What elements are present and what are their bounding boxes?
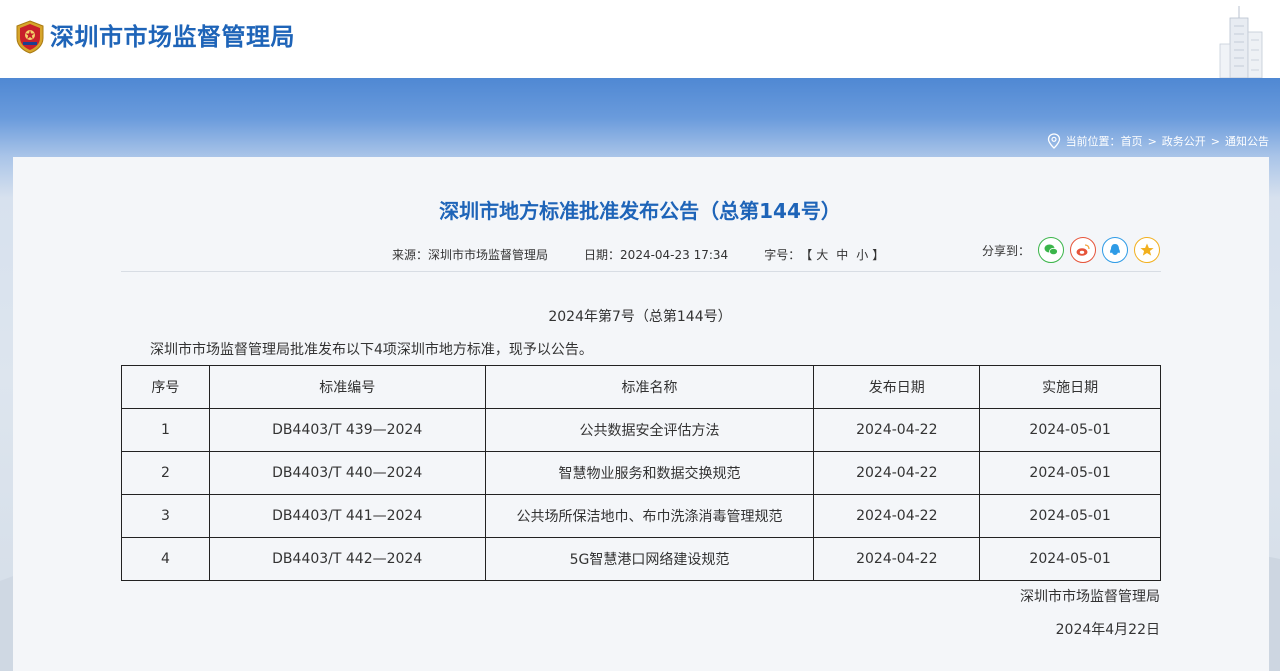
cell-standard-number: DB4403/T 441—2024 — [208, 494, 486, 538]
intro-paragraph: 深圳市市场监督管理局批准发布以下4项深圳市地方标准，现予以公告。 — [150, 342, 593, 358]
share-label: 分享到： — [982, 243, 1031, 258]
header-standard-name: 标准名称 — [484, 365, 815, 409]
meta-divider — [121, 271, 1161, 272]
cell-effective-date: 2024-05-01 — [979, 494, 1161, 538]
date-label: 日期： — [584, 248, 621, 262]
font-size-bracket-close: 】 — [872, 248, 885, 262]
cell-standard-name: 公共数据安全评估方法 — [484, 408, 815, 452]
meta-source: 来源： 深圳市市场监督管理局 — [392, 245, 548, 265]
font-size-bracket-open: 【 — [800, 248, 813, 262]
table-row: 1 DB4403/T 439—2024 公共数据安全评估方法 2024-04-2… — [121, 408, 1161, 452]
issue-number: 2024年第7号（总第144号） — [548, 309, 732, 325]
table-header-row: 序号 标准编号 标准名称 发布日期 实施日期 — [121, 365, 1161, 409]
table-row: 4 DB4403/T 442—2024 5G智慧港口网络建设规范 2024-04… — [121, 537, 1161, 581]
table-row: 3 DB4403/T 441—2024 公共场所保洁地巾、布巾洗涤消毒管理规范 … — [121, 494, 1161, 538]
cell-standard-number: DB4403/T 439—2024 — [208, 408, 486, 452]
cell-standard-number: DB4403/T 440—2024 — [208, 451, 486, 495]
font-size-large-button[interactable]: 大 — [816, 245, 828, 265]
breadcrumb-item-public-affairs[interactable]: 政务公开 — [1162, 133, 1206, 149]
cell-effective-date: 2024-05-01 — [979, 451, 1161, 495]
share-bar: 分享到： — [982, 237, 1166, 263]
qq-share-button[interactable] — [1102, 237, 1129, 263]
signature-date: 2024年4月22日 — [1055, 622, 1160, 638]
qzone-icon — [1140, 243, 1154, 256]
article-meta: 来源： 深圳市市场监督管理局 日期： 2024-04-23 17:34 字号： … — [392, 245, 920, 265]
weibo-icon — [1076, 244, 1090, 256]
cell-standard-number: DB4403/T 442—2024 — [208, 537, 486, 581]
cell-effective-date: 2024-05-01 — [979, 537, 1161, 581]
wechat-share-button[interactable] — [1038, 237, 1065, 263]
header-effective-date: 实施日期 — [979, 365, 1161, 409]
font-size-medium-button[interactable]: 中 — [836, 245, 848, 265]
header-release-date: 发布日期 — [813, 365, 981, 409]
table-row: 2 DB4403/T 440—2024 智慧物业服务和数据交换规范 2024-0… — [121, 451, 1161, 495]
breadcrumb: 当前位置： 首页 > 政务公开 > 通知公告 — [1047, 131, 1269, 151]
cell-release-date: 2024-04-22 — [813, 537, 981, 581]
meta-date: 日期： 2024-04-23 17:34 — [584, 245, 728, 265]
cell-effective-date: 2024-05-01 — [979, 408, 1161, 452]
cell-release-date: 2024-04-22 — [813, 451, 981, 495]
source-label: 来源： — [392, 248, 429, 262]
wechat-icon — [1044, 244, 1058, 256]
breadcrumb-item-home[interactable]: 首页 — [1121, 133, 1143, 149]
font-size-label: 字号： — [764, 248, 801, 262]
breadcrumb-separator: > — [1210, 134, 1220, 148]
cell-standard-name: 5G智慧港口网络建设规范 — [484, 537, 815, 581]
cell-index: 4 — [121, 537, 210, 581]
cell-index: 3 — [121, 494, 210, 538]
cell-standard-name: 公共场所保洁地巾、布巾洗涤消毒管理规范 — [484, 494, 815, 538]
header-standard-number: 标准编号 — [208, 365, 486, 409]
site-title[interactable]: 深圳市市场监督管理局 — [50, 20, 295, 54]
breadcrumb-item-notices[interactable]: 通知公告 — [1225, 133, 1269, 149]
date-value: 2024-04-23 17:34 — [620, 248, 729, 262]
site-header: 深圳市市场监督管理局 — [0, 0, 1280, 78]
qq-icon — [1110, 244, 1120, 255]
meta-font-size: 字号： 【 大 中 小 】 — [764, 245, 884, 265]
location-pin-icon — [1047, 133, 1060, 149]
source-value: 深圳市市场监督管理局 — [428, 248, 549, 262]
font-size-small-button[interactable]: 小 — [856, 245, 868, 265]
cell-index: 1 — [121, 408, 210, 452]
weibo-share-button[interactable] — [1070, 237, 1097, 263]
qzone-share-button[interactable] — [1134, 237, 1161, 263]
breadcrumb-prefix: 当前位置： — [1065, 135, 1121, 148]
article-title: 深圳市地方标准批准发布公告（总第144号） — [439, 199, 841, 223]
cell-index: 2 — [121, 451, 210, 495]
header-index: 序号 — [121, 365, 210, 409]
cell-release-date: 2024-04-22 — [813, 494, 981, 538]
breadcrumb-separator: > — [1147, 134, 1157, 148]
building-illustration — [1219, 6, 1263, 78]
standards-table: 序号 标准编号 标准名称 发布日期 实施日期 1 DB4403/T 439—20… — [121, 365, 1161, 581]
cell-standard-name: 智慧物业服务和数据交换规范 — [484, 451, 815, 495]
signature-organization: 深圳市市场监督管理局 — [1020, 589, 1160, 605]
police-emblem-logo[interactable] — [14, 20, 46, 54]
cell-release-date: 2024-04-22 — [813, 408, 981, 452]
